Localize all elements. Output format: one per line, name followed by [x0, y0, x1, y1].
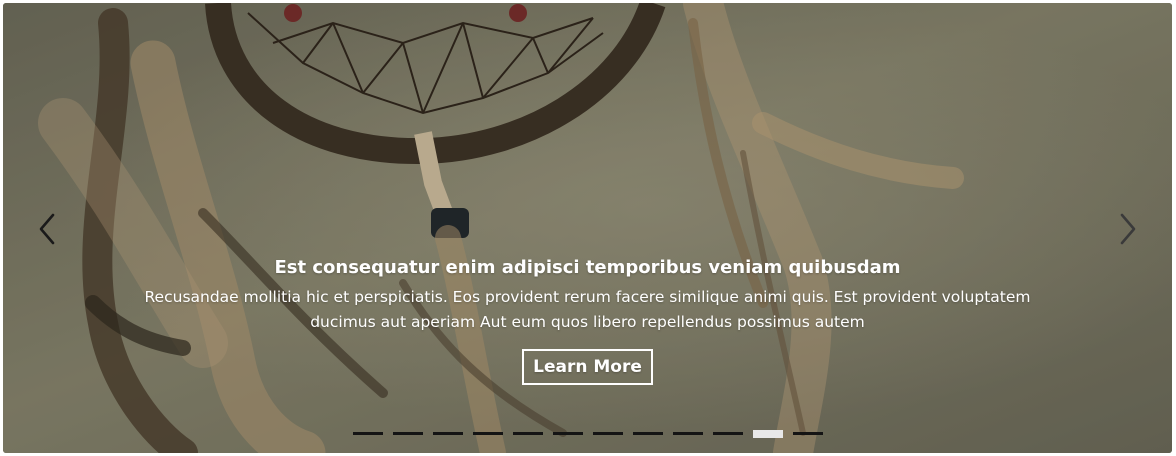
slide-indicator[interactable]: [752, 430, 783, 438]
image-overlay: [3, 3, 1172, 453]
next-slide-button[interactable]: [1098, 199, 1158, 259]
slide-indicator[interactable]: [792, 432, 823, 435]
slide-caption: Est consequatur enim adipisci temporibus…: [103, 253, 1072, 385]
slide-indicators: [3, 430, 1172, 438]
slide-indicator[interactable]: [552, 432, 583, 435]
slide-indicator[interactable]: [472, 432, 503, 435]
slide-indicator[interactable]: [632, 432, 663, 435]
previous-slide-button[interactable]: [17, 199, 77, 259]
slide-title: Est consequatur enim adipisci temporibus…: [274, 257, 901, 278]
slide-indicator[interactable]: [712, 432, 743, 435]
slide-indicator[interactable]: [592, 432, 623, 435]
slide-indicator[interactable]: [352, 432, 383, 435]
slide-indicator[interactable]: [432, 432, 463, 435]
slide-indicator[interactable]: [392, 432, 423, 435]
hero-carousel: Est consequatur enim adipisci temporibus…: [3, 3, 1172, 453]
chevron-right-icon: [1120, 213, 1136, 245]
slide-indicator[interactable]: [512, 432, 543, 435]
chevron-left-icon: [39, 213, 55, 245]
learn-more-button[interactable]: Learn More: [522, 349, 653, 385]
slide-indicator[interactable]: [672, 432, 703, 435]
slide-description: Recusandae mollitia hic et perspiciatis.…: [144, 288, 1031, 331]
